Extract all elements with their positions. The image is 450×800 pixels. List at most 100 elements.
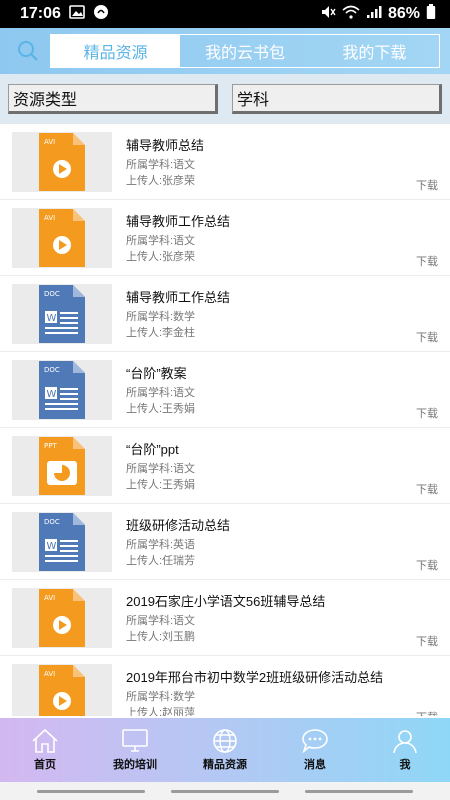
item-title: 班级研修活动总结 xyxy=(126,517,231,533)
thumbnail: AVI xyxy=(12,131,112,192)
resource-type-filter[interactable]: 资源类型 xyxy=(8,84,218,114)
avi-file-icon: AVI xyxy=(39,588,85,647)
item-text: 2019年邢台市初中数学2班班级研修活动总结 所属学科:数学 上传人:赵丽萍 xyxy=(126,667,383,717)
gallery-icon xyxy=(69,5,85,23)
item-subject: 所属学科:语文 xyxy=(126,462,196,475)
user-icon xyxy=(393,730,417,754)
thumbnail: AVI xyxy=(12,207,112,268)
top-header: 精品资源 我的云书包 我的下载 xyxy=(0,28,450,74)
item-text: 班级研修活动总结 所属学科:英语 上传人:任瑞芳 xyxy=(126,515,230,569)
item-uploader: 上传人:任瑞芳 xyxy=(126,554,196,567)
item-subject: 所属学科:数学 xyxy=(126,690,196,703)
search-icon xyxy=(18,41,38,61)
item-title: 辅导教师工作总结 xyxy=(126,213,231,229)
chat-icon xyxy=(302,729,328,754)
list-item[interactable]: PPT “台阶”ppt 所属学科:语文 上传人:王秀娟 下载 xyxy=(0,428,450,504)
nav-messages-label: 消息 xyxy=(304,759,326,771)
list-item[interactable]: DOC W 辅导教师工作总结 所属学科:数学 上传人:李金柱 下载 xyxy=(0,276,450,352)
download-button[interactable]: 下载 xyxy=(416,253,438,269)
tab-group: 精品资源 我的云书包 我的下载 xyxy=(50,34,440,68)
list-item[interactable]: AVI 辅导教师工作总结 所属学科:语文 上传人:张彦荣 下载 xyxy=(0,200,450,276)
nav-home[interactable]: 首页 xyxy=(0,718,90,782)
nav-featured-resources[interactable]: 精品资源 xyxy=(180,718,270,782)
item-subject: 所属学科:语文 xyxy=(126,386,196,399)
item-uploader: 上传人:张彦荣 xyxy=(126,250,196,263)
home-icon xyxy=(32,728,58,753)
item-uploader: 上传人:赵丽萍 xyxy=(126,706,196,717)
list-item[interactable]: DOC W 班级研修活动总结 所属学科:英语 上传人:任瑞芳 下载 xyxy=(0,504,450,580)
thumbnail: DOC W xyxy=(12,283,112,344)
thumbnail: AVI xyxy=(12,587,112,648)
item-uploader: 上传人:张彦荣 xyxy=(126,174,196,187)
list-item[interactable]: AVI 辅导教师总结 所属学科:语文 上传人:张彦荣 下载 xyxy=(0,124,450,200)
svg-text:AVI: AVI xyxy=(44,214,55,222)
bottom-nav: 首页 我的培训 精品资源 消息 我 xyxy=(0,718,450,782)
download-button[interactable]: 下载 xyxy=(416,709,438,716)
gesture-bar-home[interactable] xyxy=(171,789,279,793)
item-text: 辅导教师总结 所属学科:语文 上传人:张彦荣 xyxy=(126,135,204,189)
status-bar: 17:06 86% xyxy=(0,0,450,28)
svg-text:W: W xyxy=(47,541,57,552)
item-title: 2019年邢台市初中数学2班班级研修活动总结 xyxy=(126,669,384,685)
resource-list: AVI 辅导教师总结 所属学科:语文 上传人:张彦荣 下载 AVI 辅导教师工作… xyxy=(0,124,450,716)
item-title: “台阶”ppt xyxy=(126,441,179,457)
battery-percent: 86% xyxy=(387,5,420,22)
download-button[interactable]: 下载 xyxy=(416,633,438,649)
avi-file-icon: AVI xyxy=(39,664,85,716)
nav-me-label: 我 xyxy=(399,759,411,771)
svg-text:W: W xyxy=(47,389,57,400)
nav-featured-resources-label: 精品资源 xyxy=(203,759,247,771)
item-text: 辅导教师工作总结 所属学科:数学 上传人:李金柱 xyxy=(126,287,230,341)
svg-text:AVI: AVI xyxy=(44,138,55,146)
app-notification-icon xyxy=(93,4,109,24)
doc-file-icon: DOC W xyxy=(39,284,85,343)
item-title: 辅导教师工作总结 xyxy=(126,289,231,305)
item-text: “台阶”教案 所属学科:语文 上传人:王秀娟 xyxy=(126,363,195,417)
mute-icon xyxy=(320,4,336,25)
item-uploader: 上传人:刘玉鹏 xyxy=(126,630,196,643)
status-time: 17:06 xyxy=(20,5,61,22)
ppt-file-icon: PPT xyxy=(39,436,85,495)
download-button[interactable]: 下载 xyxy=(416,177,438,193)
item-title: 2019石家庄小学语文56班辅导总结 xyxy=(126,593,326,609)
item-text: “台阶”ppt 所属学科:语文 上传人:王秀娟 xyxy=(126,439,195,493)
nav-me[interactable]: 我 xyxy=(360,718,450,782)
signal-icon xyxy=(366,5,382,24)
item-subject: 所属学科:数学 xyxy=(126,310,196,323)
globe-icon xyxy=(213,729,237,753)
list-item[interactable]: DOC W “台阶”教案 所属学科:语文 上传人:王秀娟 下载 xyxy=(0,352,450,428)
nav-my-training[interactable]: 我的培训 xyxy=(90,718,180,782)
avi-file-icon: AVI xyxy=(39,208,85,267)
gesture-bar-recents[interactable] xyxy=(305,789,413,793)
subject-filter[interactable]: 学科 xyxy=(232,84,442,114)
nav-messages[interactable]: 消息 xyxy=(270,718,360,782)
svg-text:DOC: DOC xyxy=(44,518,60,526)
tab-my-downloads[interactable]: 我的下载 xyxy=(310,35,439,67)
svg-text:AVI: AVI xyxy=(44,670,55,678)
svg-text:DOC: DOC xyxy=(44,290,60,298)
tab-featured-resources[interactable]: 精品资源 xyxy=(51,35,181,67)
battery-icon xyxy=(426,3,436,25)
item-title: 辅导教师总结 xyxy=(126,137,205,153)
download-button[interactable]: 下载 xyxy=(416,405,438,421)
item-uploader: 上传人:王秀娟 xyxy=(126,402,196,415)
svg-text:AVI: AVI xyxy=(44,594,55,602)
gesture-bar-back[interactable] xyxy=(37,789,145,793)
nav-my-training-label: 我的培训 xyxy=(113,759,157,771)
item-title: “台阶”教案 xyxy=(126,365,187,381)
thumbnail: PPT xyxy=(12,435,112,496)
doc-file-icon: DOC W xyxy=(39,512,85,571)
item-uploader: 上传人:李金柱 xyxy=(126,326,196,339)
list-item[interactable]: AVI 2019年邢台市初中数学2班班级研修活动总结 所属学科:数学 上传人:赵… xyxy=(0,656,450,716)
system-gesture-bar xyxy=(0,782,450,800)
tab-my-cloud-bag[interactable]: 我的云书包 xyxy=(180,35,309,67)
doc-file-icon: DOC W xyxy=(39,360,85,419)
thumbnail: DOC W xyxy=(12,359,112,420)
download-button[interactable]: 下载 xyxy=(416,329,438,345)
list-item[interactable]: AVI 2019石家庄小学语文56班辅导总结 所属学科:语文 上传人:刘玉鹏 下… xyxy=(0,580,450,656)
download-button[interactable]: 下载 xyxy=(416,481,438,497)
svg-text:W: W xyxy=(47,313,57,324)
search-button[interactable] xyxy=(10,34,46,68)
download-button[interactable]: 下载 xyxy=(416,557,438,573)
item-subject: 所属学科:语文 xyxy=(126,614,196,627)
